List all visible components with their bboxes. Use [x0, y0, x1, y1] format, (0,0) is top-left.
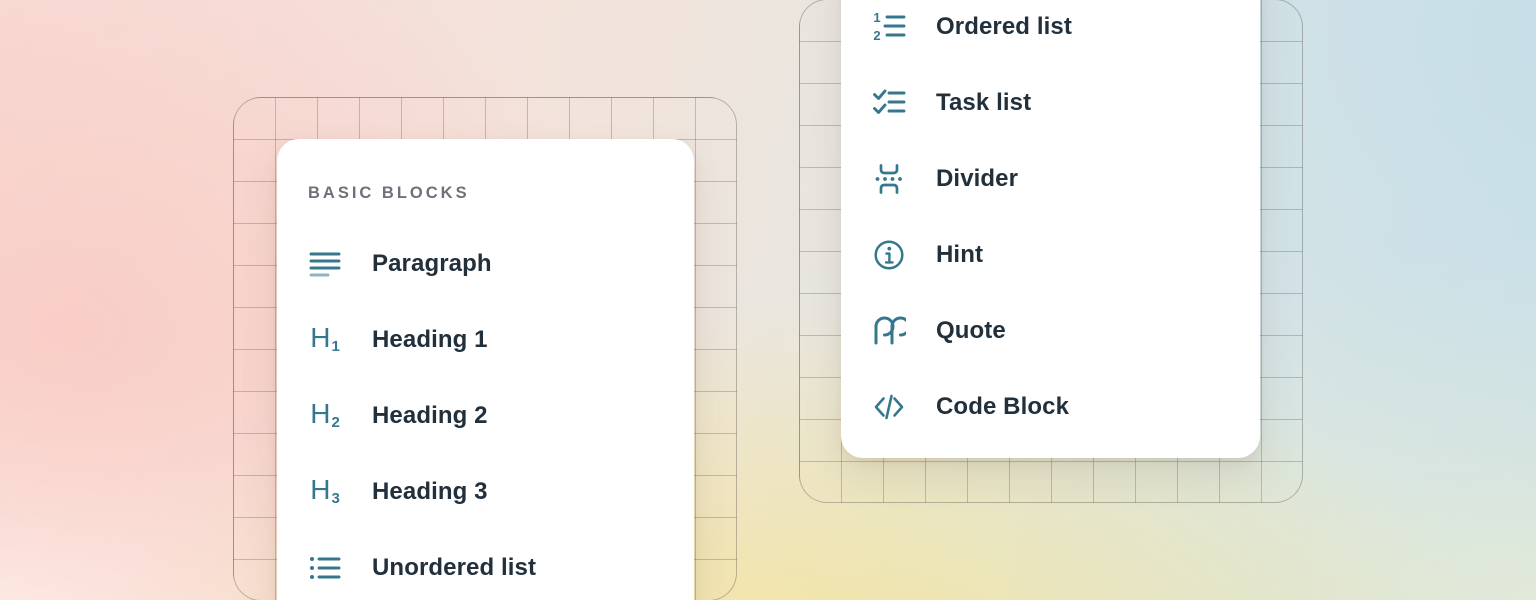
- menu-item-heading-1[interactable]: H1 Heading 1: [308, 302, 694, 378]
- menu-item-hint[interactable]: Hint: [872, 217, 1260, 293]
- quote-icon: [872, 314, 906, 348]
- menu-item-heading-2[interactable]: H2 Heading 2: [308, 378, 694, 454]
- menu-item-task-list[interactable]: Task list: [872, 65, 1260, 141]
- divider-icon: [872, 162, 906, 196]
- svg-text:1: 1: [873, 10, 880, 25]
- menu-item-label: Divider: [936, 165, 1018, 193]
- menu-item-label: Ordered list: [936, 13, 1072, 41]
- menu-item-code-block[interactable]: Code Block: [872, 369, 1260, 445]
- menu-item-label: Heading 3: [372, 478, 488, 506]
- paragraph-icon: [308, 247, 342, 281]
- insert-blocks-items: 1 2 Ordered list Task list Divider Hint Q…: [872, 0, 1260, 445]
- svg-text:2: 2: [873, 28, 880, 43]
- heading-3-icon: H3: [308, 475, 342, 509]
- basic-blocks-items: Paragraph H1 Heading 1 H2 Heading 2 H3 Heading…: [308, 226, 694, 600]
- menu-item-heading-3[interactable]: H3 Heading 3: [308, 454, 694, 530]
- menu-item-divider[interactable]: Divider: [872, 141, 1260, 217]
- menu-item-unordered-list[interactable]: Unordered list: [308, 530, 694, 600]
- menu-item-paragraph[interactable]: Paragraph: [308, 226, 694, 302]
- menu-item-label: Task list: [936, 89, 1031, 117]
- menu-item-label: Hint: [936, 241, 983, 269]
- menu-item-label: Unordered list: [372, 554, 536, 582]
- menu-item-label: Code Block: [936, 393, 1069, 421]
- basic-blocks-menu: BASIC BLOCKS Paragraph H1 Heading 1 H2 Headi…: [277, 139, 694, 600]
- menu-item-label: Paragraph: [372, 250, 492, 278]
- hint-icon: [872, 238, 906, 272]
- menu-item-label: Quote: [936, 317, 1006, 345]
- insert-blocks-menu: 1 2 Ordered list Task list Divider Hint Q…: [841, 0, 1260, 458]
- unordered-list-icon: [308, 551, 342, 585]
- basic-blocks-header: BASIC BLOCKS: [308, 181, 694, 205]
- menu-item-label: Heading 2: [372, 402, 488, 430]
- menu-item-ordered-list[interactable]: 1 2 Ordered list: [872, 0, 1260, 65]
- menu-item-label: Heading 1: [372, 326, 488, 354]
- menu-item-quote[interactable]: Quote: [872, 293, 1260, 369]
- heading-2-icon: H2: [308, 399, 342, 433]
- editor-blocks-graphic: BASIC BLOCKS Paragraph H1 Heading 1 H2 Headi…: [0, 0, 1536, 600]
- ordered-list-icon: 1 2: [872, 10, 906, 44]
- task-list-icon: [872, 86, 906, 120]
- code-block-icon: [872, 390, 906, 424]
- heading-1-icon: H1: [308, 323, 342, 357]
